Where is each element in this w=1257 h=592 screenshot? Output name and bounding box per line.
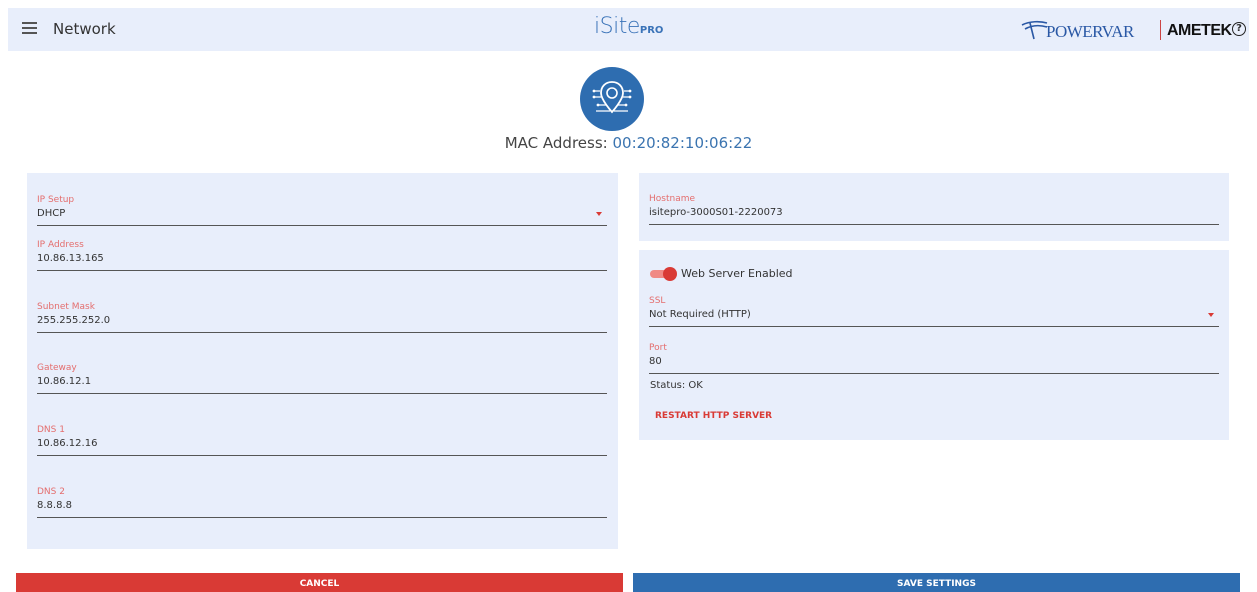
ip-address-label: IP Address	[37, 240, 84, 250]
toggle-knob[interactable]	[663, 267, 677, 281]
ip-setup-value: DHCP	[37, 208, 66, 219]
cancel-button[interactable]: CANCEL	[16, 573, 623, 592]
field-underline	[37, 393, 607, 394]
hamburger-menu-icon[interactable]	[22, 22, 37, 34]
dns2-label: DNS 2	[37, 487, 65, 497]
powervar-brand: POWERVAR	[1046, 22, 1134, 41]
port-value: 80	[649, 356, 662, 367]
brand-logos: POWERVAR AMETEK ?	[1020, 19, 1250, 43]
network-location-glyph	[592, 81, 632, 114]
field-underline	[37, 270, 607, 271]
field-underline	[37, 517, 607, 518]
field-underline	[37, 225, 607, 226]
port-label: Port	[649, 343, 667, 353]
ip-address-value: 10.86.13.165	[37, 253, 104, 264]
isite-pro-logo: iSitePRO	[594, 14, 663, 39]
restart-http-server-button[interactable]: RESTART HTTP SERVER	[655, 411, 772, 421]
app-header: Network iSitePRO POWERVAR AMETEK ?	[8, 8, 1249, 51]
ametek-brand: AMETEK	[1167, 22, 1232, 39]
network-location-icon	[580, 67, 644, 131]
hostname-label: Hostname	[649, 194, 696, 204]
dropdown-arrow-icon[interactable]	[596, 212, 602, 216]
ip-setup-label: IP Setup	[37, 195, 75, 205]
help-icon[interactable]: ?	[1232, 22, 1246, 36]
field-underline	[649, 326, 1219, 327]
field-underline	[37, 332, 607, 333]
dns2-value: 8.8.8.8	[37, 500, 72, 511]
field-underline	[649, 224, 1219, 225]
dropdown-arrow-icon[interactable]	[1208, 313, 1214, 317]
logo-suffix-text: PRO	[639, 25, 664, 36]
hostname-value: isitepro-3000S01-2220073	[649, 207, 783, 218]
brand-divider	[1160, 20, 1161, 40]
web-server-toggle[interactable]	[650, 267, 677, 281]
gateway-label: Gateway	[37, 363, 77, 373]
gateway-value: 10.86.12.1	[37, 376, 92, 387]
hostname-panel: Hostname isitepro-3000S01-2220073	[639, 173, 1229, 241]
field-underline	[649, 373, 1219, 374]
subnet-mask-label: Subnet Mask	[37, 302, 95, 312]
save-settings-button[interactable]: SAVE SETTINGS	[633, 573, 1240, 592]
ssl-value: Not Required (HTTP)	[649, 309, 751, 320]
powervar-swoosh-icon	[1021, 20, 1048, 40]
dns1-value: 10.86.12.16	[37, 438, 98, 449]
field-underline	[37, 455, 607, 456]
ssl-label: SSL	[649, 296, 666, 306]
mac-address-label: MAC Address:	[504, 134, 608, 152]
mac-address-line: MAC Address: 00:20:82:10:06:22	[0, 134, 1257, 152]
mac-address-value: 00:20:82:10:06:22	[612, 134, 753, 152]
ip-settings-panel: IP Setup DHCP IP Address 10.86.13.165 Su…	[27, 173, 618, 549]
web-server-panel: Web Server Enabled SSL Not Required (HTT…	[639, 250, 1229, 440]
server-status: Status: OK	[650, 380, 703, 391]
web-server-toggle-label: Web Server Enabled	[681, 267, 793, 280]
logo-main-text: iSite	[594, 14, 640, 39]
dns1-label: DNS 1	[37, 425, 65, 435]
page-title: Network	[53, 20, 116, 38]
subnet-mask-value: 255.255.252.0	[37, 315, 111, 326]
